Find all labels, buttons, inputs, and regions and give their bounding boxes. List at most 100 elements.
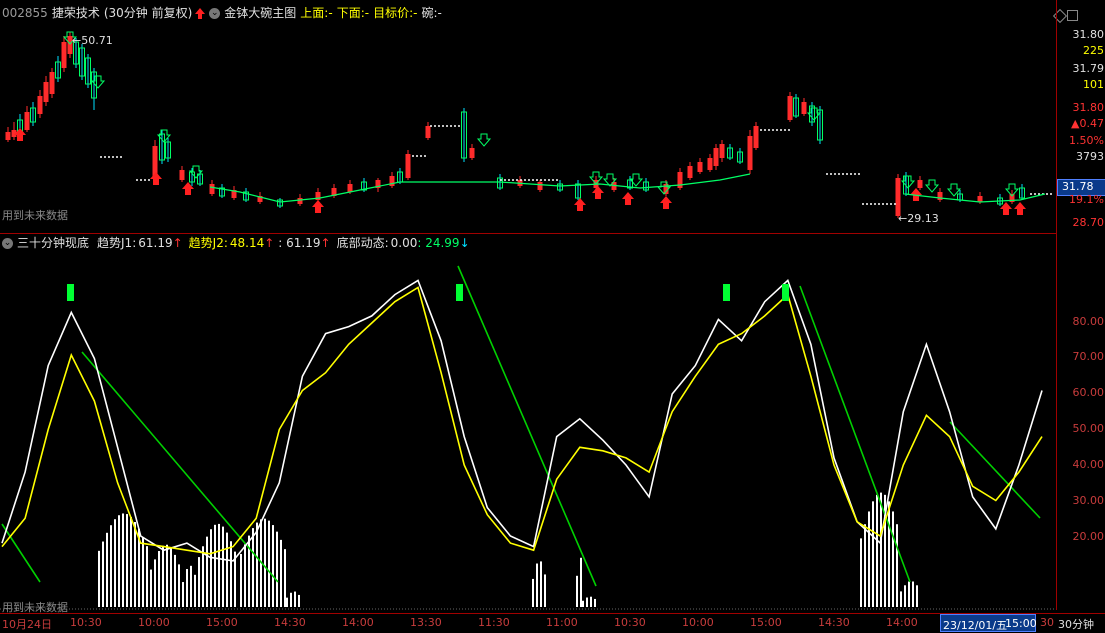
histogram-bar (102, 542, 104, 607)
candlestick[interactable] (210, 184, 215, 194)
candlestick[interactable] (748, 136, 753, 170)
axis-label-5: 31.80 (1073, 101, 1105, 114)
period-selector[interactable]: 30分钟 (1058, 616, 1094, 632)
current-price: 31.78 (1062, 180, 1094, 193)
top-signal-marker (456, 284, 463, 301)
histogram-bar (142, 537, 144, 607)
time-tick: 14:30 (274, 616, 306, 629)
time-axis[interactable]: 10月24日 10:30 10:00 15:00 14:30 14:00 13:… (0, 613, 1105, 633)
time-tick: 14:00 (342, 616, 374, 629)
main-chart-header: 002855 捷荣技术 (30分钟 前复权) ⌄ 金钵大碗主图 上面: - 下面… (2, 4, 446, 22)
histogram-bar (576, 576, 578, 607)
axis-label-7: 1.50% (1069, 134, 1104, 147)
time-tick: 10月24日 (2, 616, 52, 632)
top-signal-marker (67, 284, 74, 301)
stock-name[interactable]: 捷荣技术 (52, 4, 100, 22)
histogram-bar (582, 601, 584, 607)
axis-label-8: 3793 (1076, 150, 1104, 163)
j3-up-icon: ↑ (321, 234, 331, 252)
histogram-bar (174, 555, 176, 607)
axis-label-low: 28.70 (1073, 216, 1105, 229)
histogram-bar (544, 574, 546, 607)
trend-line (950, 422, 1040, 518)
candlestick[interactable] (298, 198, 303, 204)
histogram-bar (256, 523, 258, 607)
low-price-label: ←29.13 (898, 212, 939, 225)
candlestick[interactable] (406, 154, 411, 178)
histogram-bar (536, 564, 538, 607)
sub-indicator-chart[interactable] (0, 252, 1056, 612)
j2-up-icon: ↑ (264, 234, 274, 252)
histogram-bar (162, 546, 164, 607)
candlestick[interactable] (348, 184, 353, 192)
histogram-bar (896, 524, 898, 607)
candlestick[interactable] (44, 82, 49, 102)
candlestick[interactable] (50, 72, 55, 94)
green-value: : 24.99 (417, 234, 459, 252)
histogram-bar (118, 515, 120, 607)
histogram-bar (206, 537, 208, 607)
candlestick[interactable] (938, 192, 943, 200)
histogram-bar (280, 540, 282, 607)
time-tick: 15:00 (750, 616, 782, 629)
candlestick[interactable] (6, 132, 11, 140)
bowl-label: 碗: (421, 4, 437, 22)
candlestick[interactable] (714, 148, 719, 166)
candlestick[interactable] (62, 42, 67, 68)
up-value: - (328, 4, 332, 22)
up-label: 上面: (300, 4, 328, 22)
indicator-name[interactable]: 金钵大碗主图 (224, 4, 296, 22)
candlestick[interactable] (25, 112, 30, 130)
candlestick[interactable] (470, 148, 475, 158)
histogram-bar (178, 564, 180, 607)
histogram-bar (284, 549, 286, 607)
candlestick[interactable] (802, 102, 807, 114)
sub-indicator-name[interactable]: 三十分钟现底 (17, 234, 89, 252)
candlestick[interactable] (38, 96, 43, 114)
sub-indicator-menu-icon[interactable]: ⌄ (2, 238, 13, 249)
buy-signal-icon (312, 200, 324, 213)
histogram-bar (190, 566, 192, 607)
main-price-chart[interactable] (0, 22, 1056, 232)
candlestick[interactable] (978, 196, 983, 202)
candlestick[interactable] (708, 158, 713, 170)
candlestick[interactable] (896, 178, 901, 216)
stock-code[interactable]: 002855 (2, 4, 48, 22)
candlestick[interactable] (720, 144, 725, 158)
histogram-bar (888, 501, 890, 607)
time-tick: 10:00 (138, 616, 170, 629)
time-tick: 15:00 (206, 616, 238, 629)
histogram-bar (158, 551, 160, 607)
chart-period[interactable]: (30分钟 前复权) (104, 4, 192, 22)
candlestick[interactable] (688, 166, 693, 178)
histogram-bar (294, 592, 296, 607)
sub-axis-20: 20.00 (1073, 530, 1105, 543)
histogram-bar (166, 545, 168, 607)
histogram-bar (864, 524, 866, 607)
histogram-bar (244, 544, 246, 607)
candlestick[interactable] (788, 96, 793, 120)
histogram-bar (532, 579, 534, 607)
candlestick[interactable] (754, 126, 759, 148)
candlestick[interactable] (698, 162, 703, 172)
cursor-time: 15:00 (1005, 617, 1037, 630)
buy-signal-icon (150, 172, 162, 185)
price-axis: 31.80 225 31.79 101 31.80 ▲0.47 1.50% 37… (1056, 0, 1105, 610)
candlestick[interactable] (538, 182, 543, 190)
candlestick[interactable] (426, 126, 431, 138)
histogram-bar (210, 529, 212, 607)
axis-label-3: 31.79 (1073, 62, 1105, 75)
top-signal-marker (782, 284, 789, 301)
candlestick[interactable] (918, 180, 923, 188)
histogram-bar (268, 521, 270, 607)
indicator-menu-icon[interactable]: ⌄ (209, 8, 220, 19)
histogram-bar (170, 548, 172, 607)
histogram-bar (182, 582, 184, 607)
axis-label-6: ▲0.47 (1071, 117, 1104, 130)
j3-value: : 61.19 (278, 234, 320, 252)
time-tick: 14:30 (818, 616, 850, 629)
cursor-time-box: 23/12/01/五 15:00 (940, 614, 1036, 632)
histogram-bar (860, 538, 862, 607)
candlestick[interactable] (180, 170, 185, 180)
histogram-bar (916, 585, 918, 607)
